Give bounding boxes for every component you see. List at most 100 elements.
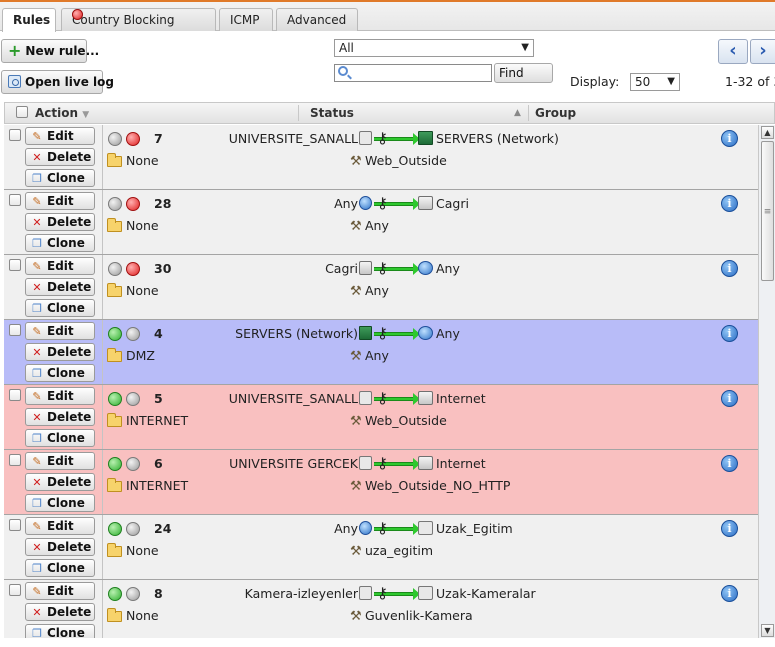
scroll-up-icon[interactable]: ▲: [761, 126, 774, 139]
grey-led-icon[interactable]: [126, 587, 140, 601]
previous-page-button[interactable]: ‹: [718, 39, 748, 64]
delete-button[interactable]: ✕ Delete: [25, 603, 95, 621]
clone-button[interactable]: ❐ Clone: [25, 559, 95, 577]
wrench-icon: ⚒: [350, 219, 362, 234]
next-page-button[interactable]: ›: [750, 39, 775, 64]
edit-button[interactable]: ✎ Edit: [25, 582, 95, 600]
row-checkbox[interactable]: [9, 584, 21, 596]
info-icon[interactable]: i: [721, 520, 738, 537]
grey-led-icon[interactable]: [126, 392, 140, 406]
green-led-icon[interactable]: [108, 392, 122, 406]
table-row[interactable]: ✎ Edit ✕ Delete ❐ Clone 8 None Kamera-izleyenler…: [4, 580, 758, 638]
clone-button[interactable]: ❐ Clone: [25, 234, 95, 252]
green-led-icon[interactable]: [108, 522, 122, 536]
search-input[interactable]: [353, 65, 489, 81]
grey-led-icon[interactable]: [108, 132, 122, 146]
destination-globe-icon: [418, 261, 433, 275]
grey-led-icon[interactable]: [108, 262, 122, 276]
red-led-icon[interactable]: [126, 262, 140, 276]
delete-icon: ✕: [32, 216, 42, 229]
delete-button[interactable]: ✕ Delete: [25, 278, 95, 296]
rule-service: ⚒ Web_Outside: [350, 153, 447, 169]
row-checkbox[interactable]: [9, 259, 21, 271]
action-column-header[interactable]: Action ▼: [35, 103, 89, 123]
display-count-select[interactable]: 50 ▼: [630, 73, 680, 91]
info-icon[interactable]: i: [721, 260, 738, 277]
edit-button[interactable]: ✎ Edit: [25, 517, 95, 535]
grey-led-icon[interactable]: [126, 522, 140, 536]
clone-button[interactable]: ❐ Clone: [25, 169, 95, 187]
tab-icmp[interactable]: ICMP: [219, 8, 273, 31]
clone-button[interactable]: ❐ Clone: [25, 364, 95, 382]
find-button[interactable]: Find: [494, 63, 553, 83]
rule-destination: Any: [436, 261, 460, 276]
vertical-scrollbar[interactable]: ▲ ≡ ▼: [758, 125, 775, 638]
rule-number: 7: [154, 131, 163, 146]
clone-button[interactable]: ❐ Clone: [25, 429, 95, 447]
tab-rules[interactable]: Rules: [2, 8, 56, 32]
table-row[interactable]: ✎ Edit ✕ Delete ❐ Clone 28 None Any ⚷ Cagri ⚒ Any i: [4, 190, 758, 255]
info-icon[interactable]: i: [721, 390, 738, 407]
grid-header: Action ▼ Status ▲ Group: [4, 102, 775, 124]
row-checkbox[interactable]: [9, 454, 21, 466]
new-rule-button[interactable]: + New rule...: [1, 39, 99, 63]
info-icon[interactable]: i: [721, 195, 738, 212]
delete-button[interactable]: ✕ Delete: [25, 473, 95, 491]
row-actions: ✎ Edit ✕ Delete ❐ Clone: [4, 125, 102, 189]
edit-button[interactable]: ✎ Edit: [25, 192, 95, 210]
table-row[interactable]: ✎ Edit ✕ Delete ❐ Clone 30 None Cagri ⚷ Any ⚒ Any i: [4, 255, 758, 320]
row-checkbox[interactable]: [9, 194, 21, 206]
table-row[interactable]: ✎ Edit ✕ Delete ❐ Clone 24 None Any ⚷ Uzak_Egitim ⚒…: [4, 515, 758, 580]
info-icon[interactable]: i: [721, 585, 738, 602]
scroll-down-icon[interactable]: ▼: [761, 624, 774, 637]
filter-select[interactable]: All ▼: [334, 39, 534, 57]
green-led-icon[interactable]: [108, 587, 122, 601]
delete-button[interactable]: ✕ Delete: [25, 148, 95, 166]
folder-icon: [107, 283, 122, 297]
select-all-checkbox[interactable]: [16, 106, 28, 118]
grey-led-icon[interactable]: [126, 327, 140, 341]
edit-button[interactable]: ✎ Edit: [25, 387, 95, 405]
clone-button[interactable]: ❐ Clone: [25, 299, 95, 317]
row-checkbox[interactable]: [9, 324, 21, 336]
edit-button[interactable]: ✎ Edit: [25, 322, 95, 340]
table-row[interactable]: ✎ Edit ✕ Delete ❐ Clone 7 None UNIVERSITE_SANALL…: [4, 125, 758, 190]
dropdown-arrow-icon: ▼: [521, 42, 529, 53]
table-row[interactable]: ✎ Edit ✕ Delete ❐ Clone 4 DMZ SERVERS (Network) ⚷…: [4, 320, 758, 385]
scroll-thumb[interactable]: ≡: [761, 141, 774, 281]
search-box[interactable]: [334, 64, 492, 82]
table-row[interactable]: ✎ Edit ✕ Delete ❐ Clone 6 INTERNET UNIVERSITE GE…: [4, 450, 758, 515]
table-row[interactable]: ✎ Edit ✕ Delete ❐ Clone 5 INTERNET UNIVERSITE_SA…: [4, 385, 758, 450]
source-user-icon: [359, 586, 372, 600]
red-led-icon[interactable]: [126, 132, 140, 146]
tab-advanced[interactable]: Advanced: [276, 8, 358, 31]
clone-button[interactable]: ❐ Clone: [25, 624, 95, 638]
delete-button[interactable]: ✕ Delete: [25, 538, 95, 556]
delete-button[interactable]: ✕ Delete: [25, 408, 95, 426]
edit-button[interactable]: ✎ Edit: [25, 257, 95, 275]
green-led-icon[interactable]: [108, 457, 122, 471]
grey-led-icon[interactable]: [108, 197, 122, 211]
tab-country-blocking[interactable]: Country Blocking: [61, 8, 216, 31]
info-icon[interactable]: i: [721, 455, 738, 472]
edit-button[interactable]: ✎ Edit: [25, 127, 95, 145]
delete-button[interactable]: ✕ Delete: [25, 343, 95, 361]
row-checkbox[interactable]: [9, 389, 21, 401]
row-checkbox[interactable]: [9, 129, 21, 141]
green-led-icon[interactable]: [108, 327, 122, 341]
info-icon[interactable]: i: [721, 325, 738, 342]
red-led-icon[interactable]: [126, 197, 140, 211]
row-actions: ✎ Edit ✕ Delete ❐ Clone: [4, 255, 102, 319]
open-live-log-button[interactable]: Open live log: [1, 70, 114, 94]
row-checkbox[interactable]: [9, 519, 21, 531]
delete-button[interactable]: ✕ Delete: [25, 213, 95, 231]
status-column-header[interactable]: Status: [310, 103, 354, 123]
rule-service: ⚒ Web_Outside: [350, 413, 447, 429]
delete-icon: ✕: [32, 606, 42, 619]
info-icon[interactable]: i: [721, 130, 738, 147]
clone-button[interactable]: ❐ Clone: [25, 494, 95, 512]
edit-button[interactable]: ✎ Edit: [25, 452, 95, 470]
clone-icon: ❐: [32, 562, 42, 575]
group-column-header[interactable]: Group: [535, 103, 576, 123]
grey-led-icon[interactable]: [126, 457, 140, 471]
